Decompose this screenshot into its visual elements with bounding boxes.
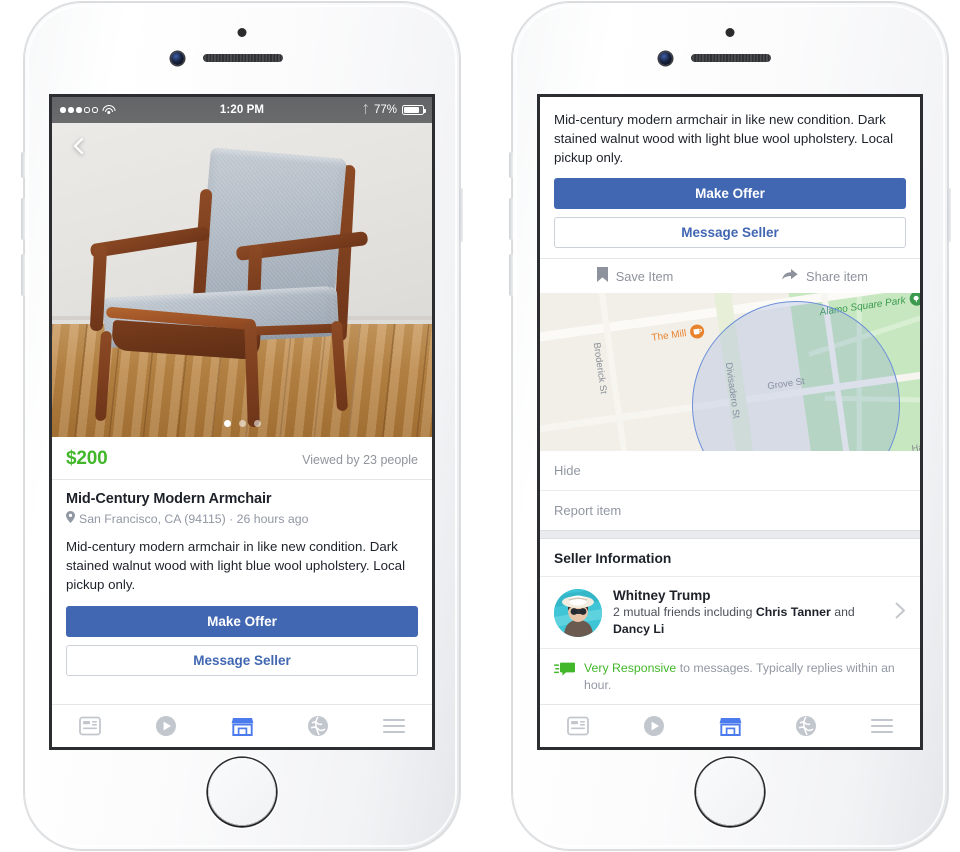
save-item-label: Save Item <box>615 268 674 284</box>
mutual-friends-text: 2 mutual friends including Chris Tanner … <box>613 604 884 637</box>
mutual-friend-2: Dancy Li <box>613 621 665 636</box>
poi-the-mill: The Mill <box>650 323 706 345</box>
save-share-row: Save Item Share item <box>540 258 920 293</box>
hide-item-link[interactable]: Hide <box>540 451 920 491</box>
tab-news-feed[interactable] <box>540 716 616 736</box>
seller-text: Whitney Trump 2 mutual friends including… <box>613 588 884 637</box>
coffee-poi-icon <box>689 323 706 340</box>
screen-left: 1:20 PM ᛏ 77% $200 Viewed by 23 people M… <box>49 94 435 750</box>
location-map[interactable]: Fulton St Broderick St Baker St Grove St… <box>540 293 920 451</box>
park-poi-icon <box>908 293 920 307</box>
price-label: $200 <box>66 448 108 469</box>
proximity-sensor <box>237 28 247 37</box>
item-meta: San Francisco, CA (94115) · 26 hours ago <box>66 511 418 526</box>
responsive-message-icon <box>554 662 575 693</box>
earpiece-speaker <box>203 54 283 62</box>
proximity-sensor <box>725 28 735 37</box>
share-item-label: Share item <box>806 268 868 284</box>
location-pin-icon <box>66 511 75 526</box>
seller-row[interactable]: Whitney Trump 2 mutual friends including… <box>540 577 920 649</box>
mutual-friend-1: Chris Tanner <box>755 605 831 619</box>
power-button[interactable] <box>947 188 951 242</box>
share-item-button[interactable]: Share item <box>730 268 920 284</box>
title-block: Mid-Century Modern Armchair San Francisc… <box>52 480 432 534</box>
battery-percent-label: 77% <box>373 104 397 116</box>
tab-video[interactable] <box>616 715 692 737</box>
mute-switch[interactable] <box>509 152 513 178</box>
screenshot-stage: 1:20 PM ᛏ 77% $200 Viewed by 23 people M… <box>0 0 960 852</box>
poi-the-mill-label: The Mill <box>650 327 688 344</box>
tab-bar-left <box>52 704 432 747</box>
battery-icon <box>402 104 427 116</box>
front-camera <box>171 52 184 65</box>
home-button[interactable] <box>208 758 276 826</box>
report-item-link[interactable]: Report item <box>540 491 920 530</box>
product-photo[interactable] <box>52 123 432 437</box>
share-arrow-icon <box>782 268 798 284</box>
location-label: San Francisco, CA (94115) · 26 hours ago <box>79 511 309 526</box>
tab-news-feed[interactable] <box>52 716 128 736</box>
section-divider <box>540 530 920 539</box>
message-seller-button[interactable]: Message Seller <box>554 217 906 248</box>
mute-switch[interactable] <box>21 152 25 178</box>
make-offer-button[interactable]: Make Offer <box>554 178 906 209</box>
left-action-buttons: Make Offer Message Seller <box>52 606 432 683</box>
volume-down-button[interactable] <box>21 254 25 296</box>
tab-menu[interactable] <box>844 718 920 734</box>
item-title: Mid-Century Modern Armchair <box>66 491 272 507</box>
bookmark-icon <box>596 267 608 285</box>
item-description: Mid-century modern armchair in like new … <box>66 539 406 592</box>
front-camera <box>659 52 672 65</box>
bluetooth-icon: ᛏ <box>362 103 369 116</box>
price-row: $200 Viewed by 23 people <box>52 437 432 480</box>
tab-bar-right <box>540 704 920 747</box>
tab-marketplace[interactable] <box>204 716 280 737</box>
volume-up-button[interactable] <box>509 198 513 240</box>
tab-video[interactable] <box>128 715 204 737</box>
right-action-buttons: Make Offer Message Seller <box>540 178 920 258</box>
tab-marketplace[interactable] <box>692 716 768 737</box>
mutual-prefix: 2 mutual friends including <box>613 605 756 619</box>
mutual-joiner: and <box>830 605 855 619</box>
phone-right: Mid-century modern armchair in like new … <box>509 2 951 850</box>
back-chevron-icon[interactable] <box>68 135 90 157</box>
phone-left: 1:20 PM ᛏ 77% $200 Viewed by 23 people M… <box>21 2 463 850</box>
message-seller-button[interactable]: Message Seller <box>66 645 418 676</box>
responsive-badge: Very Responsive <box>584 661 677 675</box>
seller-name: Whitney Trump <box>613 588 711 603</box>
screen-right: Mid-century modern armchair in like new … <box>537 94 923 750</box>
volume-down-button[interactable] <box>509 254 513 296</box>
chevron-right-icon <box>895 602 906 624</box>
seller-information-heading: Seller Information <box>540 539 920 577</box>
save-item-button[interactable]: Save Item <box>540 267 730 285</box>
power-button[interactable] <box>459 188 463 242</box>
photo-page-dots[interactable] <box>52 420 432 427</box>
tab-notifications[interactable] <box>768 715 844 737</box>
item-description: Mid-century modern armchair in like new … <box>554 112 894 165</box>
volume-up-button[interactable] <box>21 198 25 240</box>
tab-notifications[interactable] <box>280 715 356 737</box>
responsiveness-text: Very Responsive to messages. Typically r… <box>584 660 906 693</box>
status-bar: 1:20 PM ᛏ 77% <box>52 97 432 123</box>
avatar <box>554 588 602 637</box>
armchair-illustration <box>76 147 406 429</box>
view-count-label: Viewed by 23 people <box>302 453 418 467</box>
earpiece-speaker <box>691 54 771 62</box>
home-button[interactable] <box>696 758 764 826</box>
make-offer-button[interactable]: Make Offer <box>66 606 418 637</box>
responsiveness-row: Very Responsive to messages. Typically r… <box>540 649 920 706</box>
tab-menu[interactable] <box>356 718 432 734</box>
